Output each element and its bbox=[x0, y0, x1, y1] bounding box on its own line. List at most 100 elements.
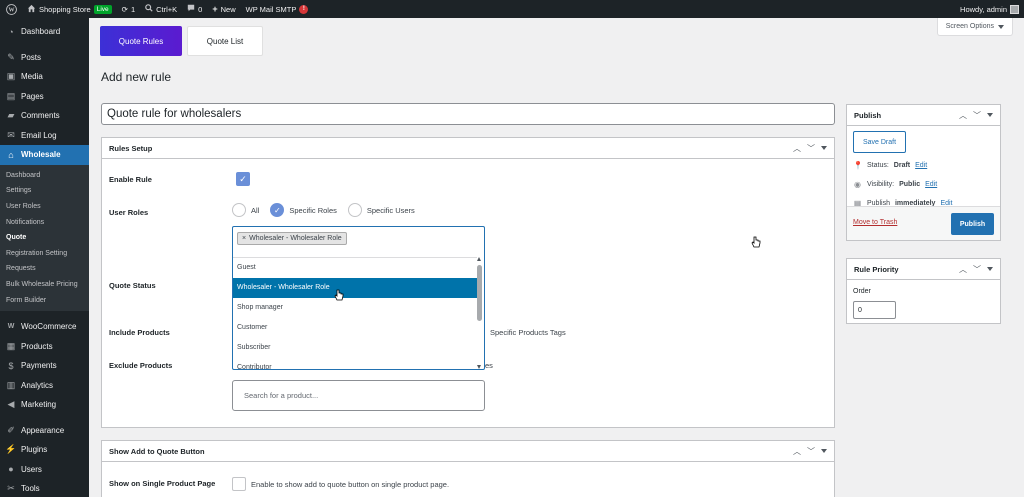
status-value: Draft bbox=[893, 162, 911, 169]
screen-options-button[interactable]: Screen Options bbox=[936, 18, 1013, 36]
rules-setup-header: Rules Setup ︿ ﹀ bbox=[102, 138, 834, 159]
account-menu[interactable]: Howdy, admin bbox=[955, 0, 1024, 18]
tab-quote-rules[interactable]: Quote Rules bbox=[100, 26, 182, 56]
sidebar-item-label: Pages bbox=[21, 91, 44, 101]
product-search-input[interactable]: Search for a product... bbox=[232, 380, 485, 411]
svg-text:W: W bbox=[8, 7, 14, 13]
sidebar-item-label: Users bbox=[21, 464, 42, 474]
single-page-label: Show on Single Product Page bbox=[109, 479, 216, 488]
marketing-icon: ◀ bbox=[7, 399, 15, 410]
submenu-item-user-roles[interactable]: User Roles bbox=[0, 199, 89, 215]
sidebar-item-tools[interactable]: ✂ Tools bbox=[0, 479, 89, 497]
submenu-item-notifications[interactable]: Notifications bbox=[0, 214, 89, 230]
toggle-panel-icon[interactable] bbox=[987, 267, 993, 271]
role-option-subscriber[interactable]: Subscriber bbox=[233, 337, 477, 357]
admin-bar: W Shopping Store Live ⟳ 1 Ctrl+K 0 + New… bbox=[0, 0, 1024, 18]
analytics-icon: ▥ bbox=[6, 379, 16, 390]
sidebar-item-label: Dashboard bbox=[21, 27, 61, 37]
sidebar-item-pages[interactable]: ▤ Pages bbox=[0, 87, 89, 107]
sidebar-item-email-log[interactable]: ✉ Email Log bbox=[0, 126, 89, 146]
chevron-down-icon[interactable]: ﹀ bbox=[807, 446, 815, 457]
smtp-link[interactable]: WP Mail SMTP ! bbox=[241, 0, 314, 18]
role-option-shop-manager[interactable]: Shop manager bbox=[233, 298, 477, 318]
rules-setup-box: Rules Setup ︿ ﹀ Enable Rule ✓ User Roles… bbox=[101, 137, 835, 428]
role-option-guest[interactable]: Guest bbox=[233, 258, 477, 278]
publish-button[interactable]: Publish bbox=[951, 213, 994, 235]
chevron-down-icon[interactable]: ﹀ bbox=[807, 143, 815, 154]
toggle-panel-icon[interactable] bbox=[821, 146, 827, 150]
rules-setup-title: Rules Setup bbox=[109, 143, 153, 153]
sidebar-item-marketing[interactable]: ◀ Marketing bbox=[0, 395, 89, 415]
new-content-link[interactable]: + New bbox=[207, 0, 240, 18]
sidebar-item-appearance[interactable]: ✐ Appearance bbox=[0, 420, 89, 440]
radio-specific-roles[interactable]: ✓ bbox=[270, 203, 285, 217]
search-link[interactable]: Ctrl+K bbox=[140, 0, 182, 18]
enable-rule-checkbox[interactable]: ✓ bbox=[236, 172, 250, 186]
sidebar-item-wholesale[interactable]: ⌂ Wholesale bbox=[0, 145, 89, 165]
quote-status-label: Quote Status bbox=[109, 281, 156, 290]
edit-status-link[interactable]: Edit bbox=[915, 162, 927, 169]
role-option-wholesaler[interactable]: Wholesaler - Wholesaler Role bbox=[233, 277, 477, 298]
sidebar-item-plugins[interactable]: ⚡ Plugins bbox=[0, 440, 89, 460]
sidebar-item-label: Comments bbox=[21, 111, 60, 121]
rule-title-input[interactable]: Quote rule for wholesalers bbox=[101, 103, 835, 125]
submenu-item-quote[interactable]: Quote bbox=[0, 230, 89, 246]
radio-specific-roles-label: Specific Roles bbox=[289, 205, 337, 215]
sidebar-item-analytics[interactable]: ▥ Analytics bbox=[0, 375, 89, 395]
move-to-trash-link[interactable]: Move to Trash bbox=[853, 219, 897, 226]
sidebar-item-users[interactable]: ● Users bbox=[0, 459, 89, 479]
pages-icon: ▤ bbox=[6, 90, 16, 101]
scroll-up-icon[interactable] bbox=[477, 257, 481, 261]
chevron-up-icon[interactable]: ︿ bbox=[793, 446, 801, 457]
submenu-item-bulk-wholesale-pricing[interactable]: Bulk Wholesale Pricing bbox=[0, 277, 89, 293]
toggle-panel-icon[interactable] bbox=[987, 113, 993, 117]
user-roles-select[interactable]: × Wholesaler - Wholesaler Role Guest Who… bbox=[232, 226, 485, 371]
edit-visibility-link[interactable]: Edit bbox=[925, 181, 937, 188]
howdy-text: Howdy, admin bbox=[960, 4, 1007, 14]
page-title: Add new rule bbox=[101, 70, 172, 84]
updates-count: 1 bbox=[130, 4, 136, 14]
sidebar-item-label: Products bbox=[21, 341, 53, 351]
tab-quote-list[interactable]: Quote List bbox=[187, 26, 263, 56]
chip-label: Wholesaler - Wholesaler Role bbox=[249, 235, 342, 242]
sidebar-item-woocommerce[interactable]: W WooCommerce bbox=[0, 317, 89, 337]
submenu-item-registration-setting[interactable]: Registration Setting bbox=[0, 245, 89, 261]
sidebar-item-products[interactable]: ▦ Products bbox=[0, 336, 89, 356]
chevron-up-icon[interactable]: ︿ bbox=[959, 264, 967, 275]
site-name-link[interactable]: Shopping Store Live bbox=[22, 0, 117, 18]
sidebar-item-dashboard[interactable]: ◔ Dashboard bbox=[0, 22, 89, 42]
chevron-up-icon[interactable]: ︿ bbox=[793, 143, 801, 154]
save-draft-button[interactable]: Save Draft bbox=[853, 131, 906, 153]
submenu-item-settings[interactable]: Settings bbox=[0, 183, 89, 199]
dropdown-scrollbar[interactable] bbox=[476, 257, 483, 369]
toggle-panel-icon[interactable] bbox=[821, 449, 827, 453]
role-option-customer[interactable]: Customer bbox=[233, 317, 477, 337]
role-option-contributor[interactable]: Contributor bbox=[233, 357, 477, 371]
submenu-item-form-builder[interactable]: Form Builder bbox=[0, 292, 89, 308]
chevron-up-icon[interactable]: ︿ bbox=[959, 110, 967, 121]
radio-specific-users[interactable] bbox=[347, 203, 362, 217]
radio-all[interactable] bbox=[232, 203, 246, 217]
comments-count: 0 bbox=[198, 4, 203, 14]
comments-link[interactable]: 0 bbox=[182, 0, 207, 18]
single-page-checkbox[interactable] bbox=[232, 477, 246, 491]
updates-link[interactable]: ⟳ 1 bbox=[117, 0, 140, 18]
submenu-item-dashboard[interactable]: Dashboard bbox=[0, 168, 89, 184]
sidebar-item-label: Media bbox=[21, 72, 43, 82]
sidebar-item-payments[interactable]: $ Payments bbox=[0, 356, 89, 376]
status-label: Status: bbox=[867, 162, 889, 169]
chevron-down-icon[interactable]: ﹀ bbox=[973, 264, 981, 275]
sidebar-item-comments[interactable]: ▰ Comments bbox=[0, 106, 89, 126]
wordpress-logo-icon[interactable]: W bbox=[0, 0, 22, 18]
sidebar-item-posts[interactable]: ✎ Posts bbox=[0, 48, 89, 68]
scroll-thumb[interactable] bbox=[477, 265, 482, 321]
chevron-down-icon[interactable]: ﹀ bbox=[973, 110, 981, 121]
rule-priority-box: Rule Priority ︿ ﹀ Order 0 bbox=[846, 258, 1001, 324]
sidebar-item-media[interactable]: ▣ Media bbox=[0, 67, 89, 87]
order-input[interactable]: 0 bbox=[853, 301, 896, 319]
chip-remove-icon[interactable]: × bbox=[242, 235, 246, 242]
submenu-item-requests[interactable]: Requests bbox=[0, 261, 89, 277]
sidebar-item-label: Appearance bbox=[21, 425, 65, 435]
sidebar-item-label: Payments bbox=[21, 361, 57, 371]
scroll-down-icon[interactable] bbox=[477, 365, 481, 369]
